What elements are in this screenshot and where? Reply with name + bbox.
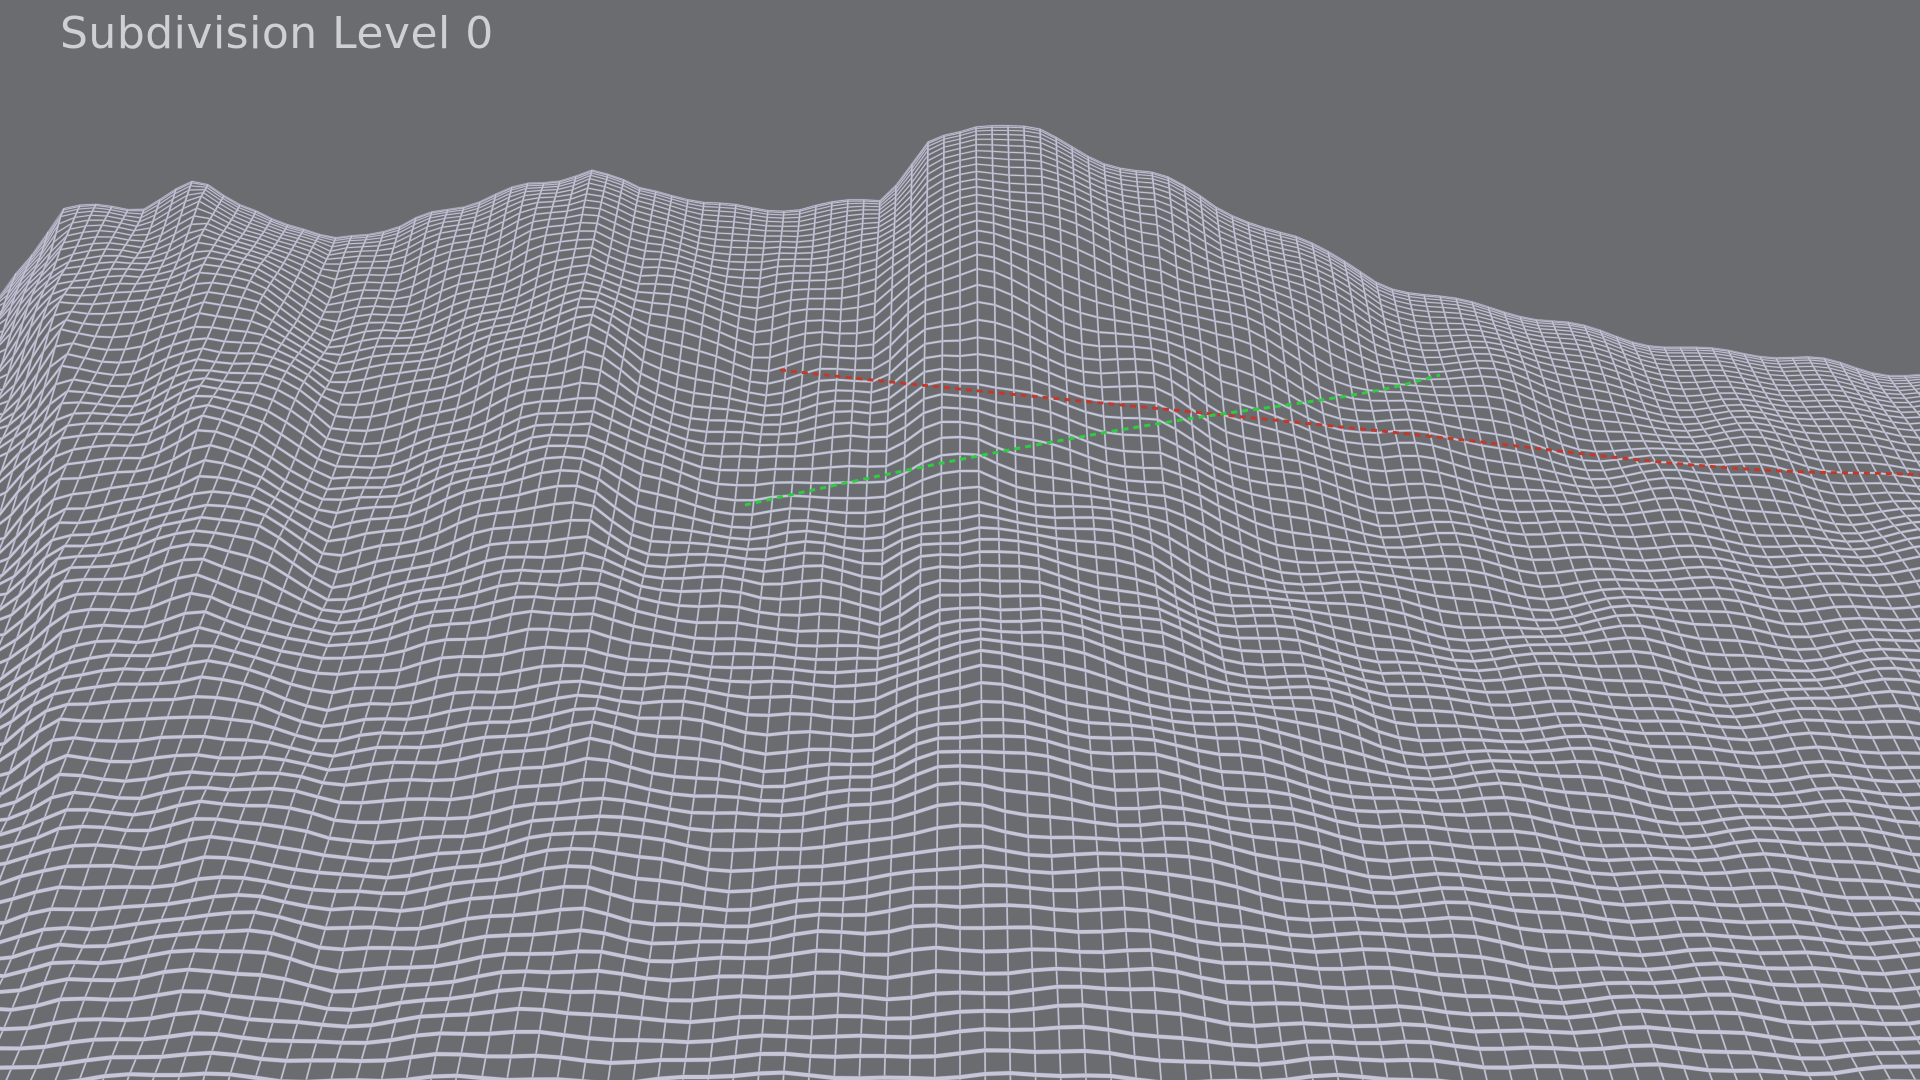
terrain-wireframe-mesh[interactable]: [0, 0, 1920, 1080]
3d-viewport[interactable]: Subdivision Level 0: [0, 0, 1920, 1080]
subdivision-level-label: Subdivision Level 0: [60, 8, 494, 59]
